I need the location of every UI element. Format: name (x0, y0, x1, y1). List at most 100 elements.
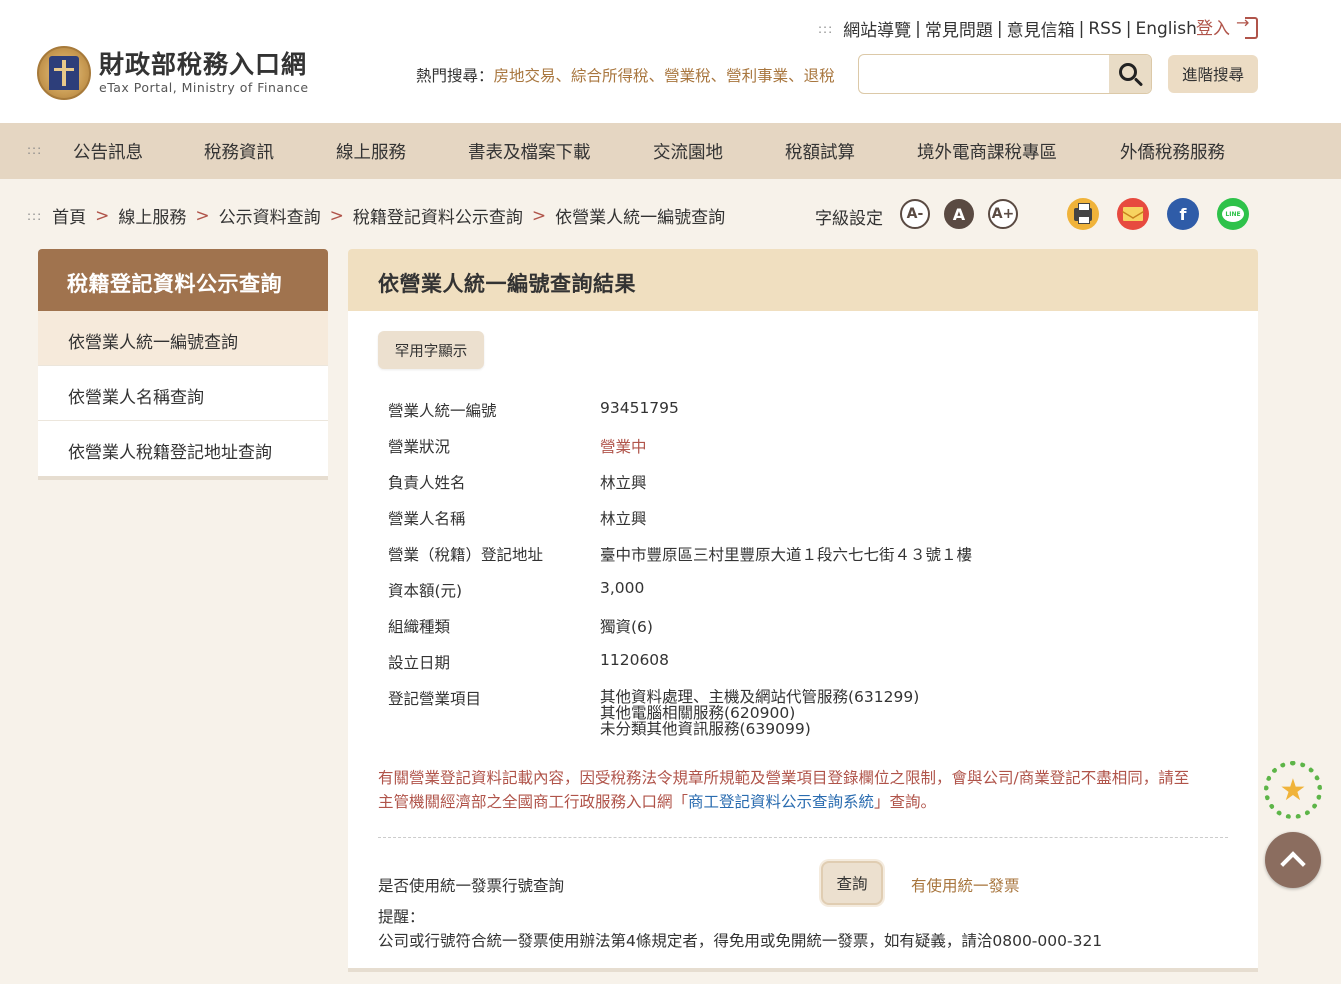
business-item: 其他電腦相關服務(620900) (600, 704, 796, 722)
back-to-top-button[interactable] (1265, 832, 1321, 888)
field-label: 登記營業項目 (388, 690, 482, 708)
accessibility-badge[interactable]: ★ (1263, 760, 1323, 820)
sidebar-item-by-tax-id[interactable]: 依營業人統一編號查詢 (38, 311, 328, 366)
reminder-text: 公司或行號符合統一發票使用辦法第4條規定者，得免用或免開統一發票，如有疑義，請洽… (378, 932, 1103, 950)
print-button[interactable] (1067, 198, 1099, 230)
result-title: 依營業人統一編號查詢結果 (348, 249, 1258, 311)
logo-title: 財政部稅務入口網 (99, 50, 308, 79)
hot-keyword[interactable]: 房地交易 (494, 67, 556, 85)
line-share-button[interactable]: LINE (1217, 198, 1249, 230)
invoice-query-result: 有使用統一發票 (911, 877, 1020, 895)
field-label: 組織種類 (388, 618, 451, 636)
dots-icon: ::: (27, 208, 43, 223)
dots-icon: ::: (27, 143, 43, 157)
reminder-label: 提醒： (378, 908, 425, 926)
field-status: 營業中 (600, 438, 647, 456)
field-tax-id: 93451795 (600, 399, 679, 417)
hot-keyword[interactable]: 退稅 (804, 67, 835, 85)
field-label: 設立日期 (388, 654, 451, 672)
nav-item-tax-calculator[interactable]: 稅額試算 (785, 139, 855, 164)
site-header: 財政部稅務入口網 eTax Portal, Ministry of Financ… (0, 0, 1341, 123)
notice-line: 有關營業登記資料記載內容，因受稅務法令規章所規範及營業項目登錄欄位之限制，會與公… (378, 769, 1190, 787)
line-icon: LINE (1222, 206, 1244, 222)
field-capital: 3,000 (600, 579, 645, 597)
rare-characters-button[interactable]: 罕用字顯示 (378, 331, 484, 369)
breadcrumb-home[interactable]: 首頁 (52, 203, 86, 228)
field-established-date: 1120608 (600, 651, 670, 669)
business-item: 未分類其他資訊服務(639099) (600, 720, 811, 738)
breadcrumb-tax-registration[interactable]: 稅籍登記資料公示查詢 (353, 203, 523, 228)
notice-line: 」查詢。 (874, 793, 937, 811)
result-panel: 依營業人統一編號查詢結果 罕用字顯示 營業人統一編號 93451795 營業狀況… (348, 249, 1258, 972)
dots-icon: ::: (818, 21, 834, 36)
invoice-query-label: 是否使用統一發票行號查詢 (378, 877, 565, 895)
field-org-type: 獨資(6) (600, 618, 653, 636)
divider (378, 837, 1228, 838)
hot-search-label: 熱門搜尋： (416, 67, 494, 85)
notice-line: 主管機關經濟部之全國商工行政服務入口網「 (378, 793, 689, 811)
nav-item-tax-info[interactable]: 稅務資訊 (204, 139, 274, 164)
field-business-items: 其他資料處理、主機及網站代管服務(631299) 其他電腦相關服務(620900… (600, 689, 919, 737)
nav-item-community[interactable]: 交流園地 (653, 139, 723, 164)
search-input[interactable] (859, 55, 1109, 93)
breadcrumb: ::: 首頁 > 線上服務 > 公示資料查詢 > 稅籍登記資料公示查詢 > 依營… (27, 203, 726, 229)
sidebar-item-by-address[interactable]: 依營業人稅籍登記地址查詢 (38, 421, 328, 476)
breadcrumb-online-services[interactable]: 線上服務 (118, 203, 186, 228)
font-size-label: 字級設定 (815, 209, 883, 229)
search-icon (1119, 63, 1137, 81)
hot-search: 熱門搜尋：房地交易、綜合所得稅、營業稅、營利事業、退稅 (416, 67, 835, 85)
top-links: ::: 網站導覽 | 常見問題 | 意見信箱 | RSS | English (818, 16, 1197, 42)
advanced-search-button[interactable]: 進階搜尋 (1168, 55, 1258, 93)
sidebar-item-by-name[interactable]: 依營業人名稱查詢 (38, 366, 328, 421)
nav-item-expat-services[interactable]: 外僑稅務服務 (1120, 139, 1225, 164)
font-large-button[interactable]: A+ (988, 199, 1018, 229)
printer-icon (1074, 202, 1092, 224)
logo-subtitle: eTax Portal, Ministry of Finance (99, 80, 309, 95)
top-link-sitemap[interactable]: 網站導覽 (843, 16, 911, 41)
sidebar-title: 稅籍登記資料公示查詢 (38, 249, 328, 311)
top-link-feedback[interactable]: 意見信箱 (1007, 16, 1075, 41)
top-link-english[interactable]: English (1135, 19, 1196, 39)
invoice-query-button[interactable]: 查詢 (821, 861, 883, 905)
nav-item-downloads[interactable]: 書表及檔案下載 (468, 139, 591, 164)
top-link-rss[interactable]: RSS (1088, 19, 1121, 39)
search-box (858, 54, 1152, 94)
font-normal-button[interactable]: A (944, 199, 974, 229)
business-registry-link[interactable]: 商工登記資料公示查詢系統 (688, 793, 874, 811)
chevron-up-icon (1280, 851, 1306, 877)
mail-icon (1123, 207, 1143, 221)
nav-item-online-services[interactable]: 線上服務 (336, 139, 406, 164)
site-logo[interactable]: 財政部稅務入口網 eTax Portal, Ministry of Financ… (37, 46, 309, 100)
field-business-name: 林立興 (600, 510, 647, 528)
registration-notice: 有關營業登記資料記載內容，因受稅務法令規章所規範及營業項目登錄欄位之限制，會與公… (378, 766, 1228, 814)
facebook-icon: f (1179, 204, 1187, 224)
sidebar: 稅籍登記資料公示查詢 依營業人統一編號查詢 依營業人名稱查詢 依營業人稅籍登記地… (38, 249, 328, 480)
field-label: 資本額(元) (388, 582, 463, 600)
business-item: 其他資料處理、主機及網站代管服務(631299) (600, 688, 920, 706)
login-link[interactable]: 登入 (1196, 13, 1258, 39)
main-nav: ::: 公告訊息 稅務資訊 線上服務 書表及檔案下載 交流園地 稅額試算 境外電… (0, 123, 1341, 179)
search-button[interactable] (1109, 55, 1151, 93)
field-label: 營業人統一編號 (388, 402, 497, 420)
nav-item-cross-border-ecommerce[interactable]: 境外電商課稅專區 (917, 139, 1057, 164)
top-link-faq[interactable]: 常見問題 (925, 16, 993, 41)
field-label: 負責人姓名 (388, 474, 466, 492)
login-label: 登入 (1196, 19, 1230, 39)
email-share-button[interactable] (1117, 198, 1149, 230)
star-icon: ★ (1279, 772, 1307, 808)
ministry-seal-icon (37, 46, 91, 100)
nav-item-announcements[interactable]: 公告訊息 (73, 139, 143, 164)
font-small-button[interactable]: A- (900, 199, 930, 229)
breadcrumb-current: 依營業人統一編號查詢 (555, 208, 726, 228)
hot-keyword[interactable]: 營業稅 (664, 67, 711, 85)
breadcrumb-public-data[interactable]: 公示資料查詢 (219, 203, 321, 228)
field-owner-name: 林立興 (600, 474, 647, 492)
field-address: 臺中市豐原區三村里豐原大道１段六七七街４３號１樓 (600, 546, 973, 564)
field-label: 營業（稅籍）登記地址 (388, 546, 544, 564)
facebook-share-button[interactable]: f (1167, 198, 1199, 230)
hot-keyword[interactable]: 營利事業 (726, 67, 788, 85)
field-label: 營業狀況 (388, 438, 451, 456)
field-label: 營業人名稱 (388, 510, 466, 528)
login-icon (1236, 13, 1258, 39)
hot-keyword[interactable]: 綜合所得稅 (571, 67, 649, 85)
